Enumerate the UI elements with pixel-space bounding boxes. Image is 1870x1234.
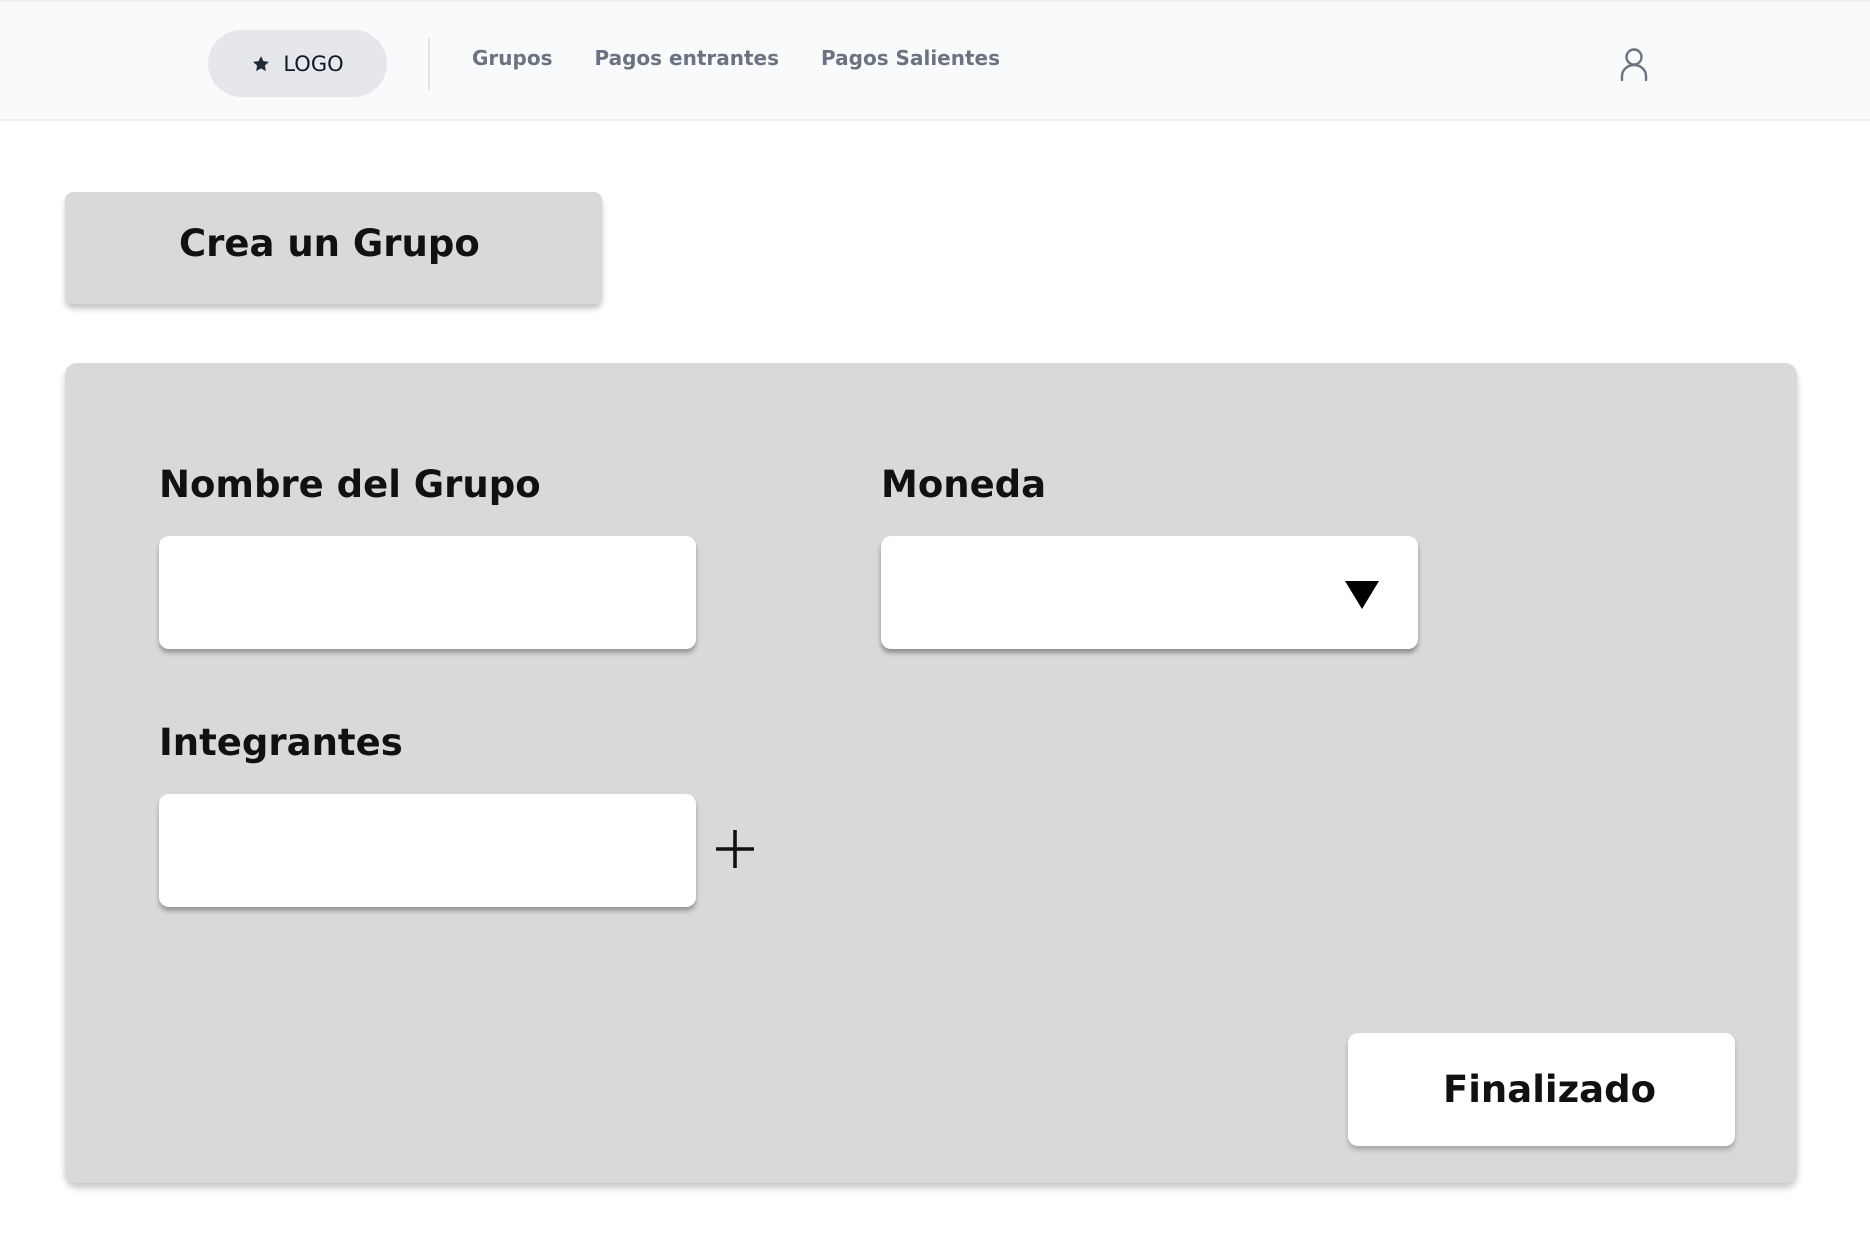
plus-icon [716, 830, 754, 868]
currency-select[interactable] [881, 536, 1418, 649]
group-name-label: Nombre del Grupo [159, 463, 541, 506]
finish-button[interactable]: Finalizado [1348, 1033, 1735, 1146]
nav-link-pagos-salientes[interactable]: Pagos Salientes [821, 46, 1000, 70]
nav-link-grupos[interactable]: Grupos [472, 46, 552, 70]
logo-button[interactable]: LOGO [208, 30, 387, 97]
main-nav: Grupos Pagos entrantes Pagos Salientes [472, 46, 1000, 70]
triangle-down-icon [1345, 581, 1379, 609]
header-divider [428, 38, 430, 90]
page-title-card: Crea un Grupo [65, 192, 602, 304]
members-label: Integrantes [159, 721, 403, 764]
group-name-input[interactable] [159, 536, 696, 649]
create-group-form: Nombre del Grupo Moneda Integrantes Fina… [65, 363, 1797, 1183]
star-icon [253, 55, 270, 71]
top-navigation-bar: LOGO Grupos Pagos entrantes Pagos Salien… [0, 0, 1870, 121]
user-icon [1620, 48, 1648, 81]
logo-label: LOGO [283, 51, 344, 76]
nav-link-pagos-entrantes[interactable]: Pagos entrantes [594, 46, 779, 70]
user-account-button[interactable] [1616, 44, 1652, 84]
page-title: Crea un Grupo [179, 222, 480, 265]
add-member-button[interactable] [712, 826, 758, 872]
members-input[interactable] [159, 794, 696, 907]
currency-label: Moneda [881, 463, 1047, 506]
